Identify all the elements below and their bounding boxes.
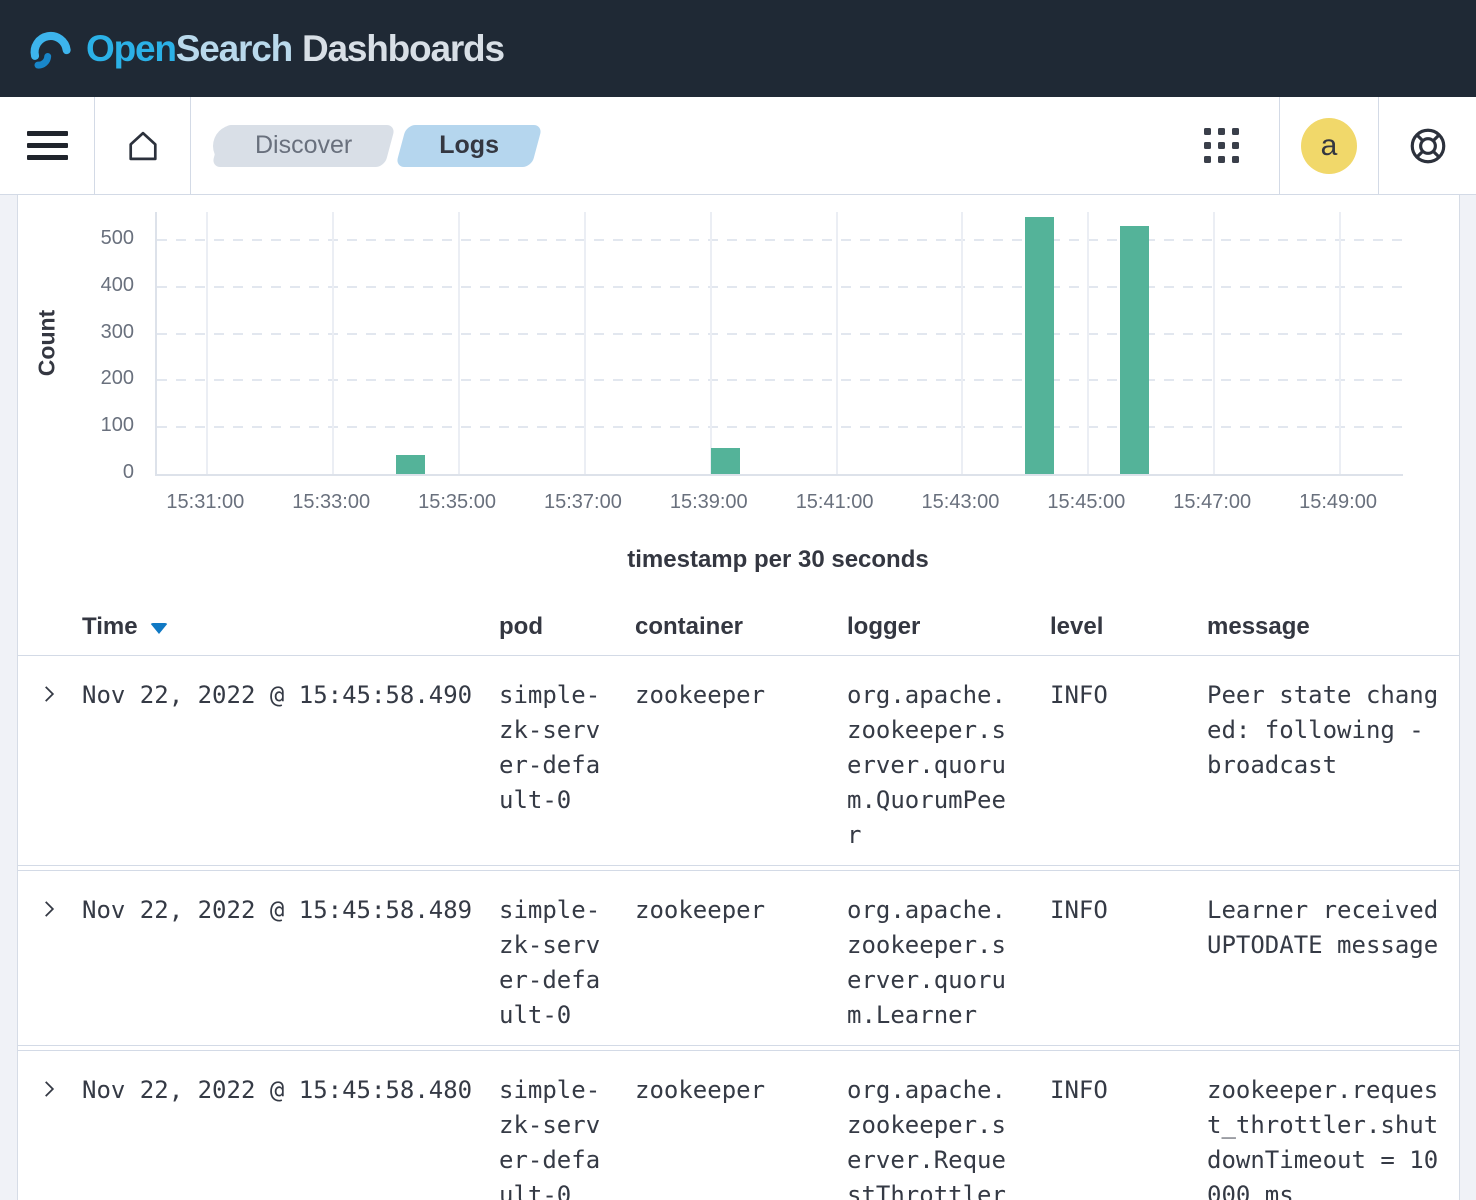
column-header-time[interactable]: Time	[82, 613, 499, 641]
cell-container: zookeeper	[635, 893, 847, 928]
cell-time: Nov 22, 2022 @ 15:45:58.489	[82, 893, 499, 928]
histogram-bar[interactable]	[396, 455, 425, 474]
h-gridline	[157, 379, 1403, 381]
cell-logger: org.apache.zookeeper.server.quorum.Quoru…	[847, 678, 1010, 853]
y-tick-label: 300	[54, 321, 134, 344]
x-tick-label: 15:49:00	[1258, 491, 1418, 514]
v-gridline	[458, 212, 460, 474]
y-tick-label: 500	[54, 227, 134, 250]
cell-level: INFO	[1050, 678, 1207, 713]
y-tick-label: 400	[54, 274, 134, 297]
user-avatar[interactable]: a	[1301, 118, 1357, 174]
opensearch-logo[interactable]: OpenSearchDashboards	[27, 26, 504, 72]
sort-desc-icon	[150, 623, 168, 634]
apps-grid-icon[interactable]	[1164, 128, 1279, 163]
log-table-row: Nov 22, 2022 @ 15:45:58.490simple-zk-ser…	[18, 656, 1459, 866]
page-gutter-left	[0, 195, 18, 1200]
cell-level: INFO	[1050, 1073, 1207, 1108]
log-table-body: Nov 22, 2022 @ 15:45:58.490simple-zk-ser…	[18, 656, 1459, 1200]
v-gridline	[836, 212, 838, 474]
cell-message: Peer state changed: following - broadcas…	[1207, 678, 1443, 783]
opensearch-logo-icon	[27, 26, 73, 72]
v-gridline	[710, 212, 712, 474]
home-icon[interactable]	[95, 127, 190, 165]
v-gridline	[1087, 212, 1089, 474]
column-header-logger[interactable]: logger	[847, 613, 1050, 641]
v-gridline	[1339, 212, 1341, 474]
discover-main: Count 15:31:0015:33:0015:35:0015:37:0015…	[18, 195, 1459, 1200]
histogram-bar[interactable]	[1120, 226, 1149, 474]
cell-pod: simple-zk-server-default-0	[499, 1073, 604, 1200]
expand-row-chevron-icon[interactable]	[37, 683, 61, 707]
v-gridline	[584, 212, 586, 474]
nav-bar: Discover Logs a	[0, 97, 1476, 195]
x-axis-title: timestamp per 30 seconds	[155, 546, 1401, 574]
brand-title: OpenSearchDashboards	[86, 28, 504, 70]
breadcrumb-logs[interactable]: Logs	[401, 125, 537, 167]
cell-level: INFO	[1050, 893, 1207, 928]
nav-divider	[190, 97, 191, 194]
h-gridline	[157, 239, 1403, 241]
y-tick-label: 0	[54, 461, 134, 484]
column-header-container[interactable]: container	[635, 613, 847, 641]
v-gridline	[961, 212, 963, 474]
page-scroll-gutter[interactable]	[1459, 195, 1476, 1200]
cell-logger: org.apache.zookeeper.server.RequestThrot…	[847, 1073, 1010, 1200]
cell-logger: org.apache.zookeeper.server.quorum.Learn…	[847, 893, 1010, 1033]
histogram-plot	[155, 212, 1403, 476]
expand-row-chevron-icon[interactable]	[37, 1078, 61, 1102]
expand-row-chevron-icon[interactable]	[37, 898, 61, 922]
column-header-level[interactable]: level	[1050, 613, 1207, 641]
cell-message: zookeeper.request_throttler.shutdownTime…	[1207, 1073, 1443, 1200]
cell-container: zookeeper	[635, 678, 847, 713]
column-header-pod[interactable]: pod	[499, 613, 635, 641]
v-gridline	[332, 212, 334, 474]
h-gridline	[157, 333, 1403, 335]
v-gridline	[1213, 212, 1215, 474]
breadcrumb-discover[interactable]: Discover	[217, 125, 390, 167]
cell-pod: simple-zk-server-default-0	[499, 678, 604, 818]
h-gridline	[157, 286, 1403, 288]
cell-message: Learner received UPTODATE message	[1207, 893, 1443, 963]
breadcrumb: Discover Logs	[217, 125, 537, 167]
y-tick-label: 200	[54, 367, 134, 390]
y-tick-label: 100	[54, 414, 134, 437]
cell-pod: simple-zk-server-default-0	[499, 893, 604, 1033]
histogram-bar[interactable]	[711, 448, 740, 474]
histogram-bar[interactable]	[1025, 217, 1054, 474]
column-header-message[interactable]: message	[1207, 613, 1452, 641]
cell-time: Nov 22, 2022 @ 15:45:58.480	[82, 1073, 499, 1108]
log-table-row: Nov 22, 2022 @ 15:45:58.480simple-zk-ser…	[18, 1050, 1459, 1200]
v-gridline	[206, 212, 208, 474]
breadcrumb-label: Logs	[439, 131, 499, 160]
histogram-chart: Count 15:31:0015:33:0015:35:0015:37:0015…	[18, 195, 1459, 598]
help-lifebuoy-icon[interactable]	[1379, 125, 1476, 167]
log-table-row: Nov 22, 2022 @ 15:45:58.489simple-zk-ser…	[18, 870, 1459, 1046]
h-gridline	[157, 426, 1403, 428]
log-table-header: Time pod container logger level message	[18, 598, 1459, 656]
app-header: OpenSearchDashboards	[0, 0, 1476, 97]
cell-time: Nov 22, 2022 @ 15:45:58.490	[82, 678, 499, 713]
cell-container: zookeeper	[635, 1073, 847, 1108]
menu-hamburger-icon[interactable]	[0, 124, 94, 167]
breadcrumb-label: Discover	[255, 131, 352, 160]
